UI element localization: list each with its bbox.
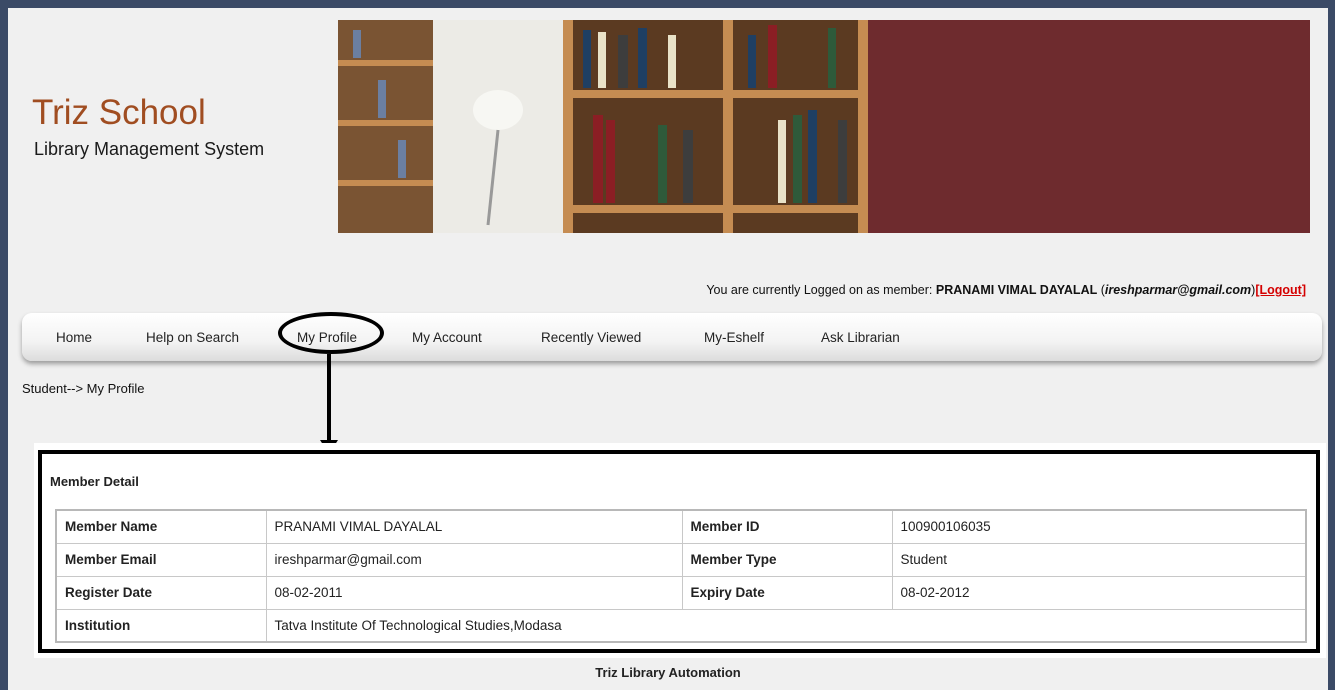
member-email-label: Member Email: [55, 542, 267, 577]
nav-item-ask-librarian[interactable]: Ask Librarian: [821, 330, 900, 345]
header-banner-image: [338, 20, 868, 233]
table-row: Member Email ireshparmar@gmail.com Membe…: [55, 542, 1307, 577]
highlight-ellipse-annotation: [278, 312, 384, 354]
table-row: Institution Tatva Institute Of Technolog…: [55, 608, 1307, 643]
expiry-date-value: 08-02-2012: [891, 575, 1307, 610]
logout-link[interactable]: [Logout]: [1255, 283, 1306, 297]
footer-text: Triz Library Automation: [595, 665, 741, 680]
main-nav: Home Help on Search My Profile My Accoun…: [22, 313, 1322, 361]
nav-item-my-account[interactable]: My Account: [412, 330, 482, 345]
section-title: Member Detail: [50, 474, 139, 489]
member-id-label: Member ID: [681, 509, 893, 544]
login-email: ireshparmar@gmail.com: [1104, 283, 1252, 297]
table-row: Member Name PRANAMI VIMAL DAYALAL Member…: [55, 509, 1307, 544]
register-date-value: 08-02-2011: [265, 575, 683, 610]
bookshelf-image: [338, 20, 868, 233]
institution-value: Tatva Institute Of Technological Studies…: [265, 608, 1307, 643]
nav-item-home[interactable]: Home: [56, 330, 92, 345]
page: Triz School Library Management System Yo…: [8, 8, 1328, 690]
table-row: Register Date 08-02-2011 Expiry Date 08-…: [55, 575, 1307, 610]
register-date-label: Register Date: [55, 575, 267, 610]
nav-item-my-eshelf[interactable]: My-Eshelf: [704, 330, 764, 345]
member-email-value: ireshparmar@gmail.com: [265, 542, 683, 577]
logo-block: Triz School Library Management System: [32, 93, 264, 160]
member-name-value: PRANAMI VIMAL DAYALAL: [265, 509, 683, 544]
login-prefix: You are currently Logged on as member:: [706, 283, 933, 297]
login-status: You are currently Logged on as member: P…: [706, 283, 1306, 297]
member-detail-table: Member Name PRANAMI VIMAL DAYALAL Member…: [55, 509, 1307, 643]
app-name: Triz School: [32, 93, 206, 132]
member-name-label: Member Name: [55, 509, 267, 544]
app-subtitle: Library Management System: [34, 139, 265, 159]
login-member-name: PRANAMI VIMAL DAYALAL: [935, 283, 1098, 297]
expiry-date-label: Expiry Date: [681, 575, 893, 610]
nav-item-recently-viewed[interactable]: Recently Viewed: [541, 330, 641, 345]
breadcrumb: Student--> My Profile: [22, 381, 145, 396]
member-type-value: Student: [891, 542, 1307, 577]
member-type-label: Member Type: [681, 542, 893, 577]
arrow-annotation-line: [327, 354, 331, 444]
header-banner-fill: [868, 20, 1310, 233]
member-id-value: 100900106035: [891, 509, 1307, 544]
nav-item-help-on-search[interactable]: Help on Search: [146, 330, 239, 345]
member-detail-panel: Member Detail Member Name PRANAMI VIMAL …: [38, 450, 1320, 653]
institution-label: Institution: [55, 608, 267, 643]
